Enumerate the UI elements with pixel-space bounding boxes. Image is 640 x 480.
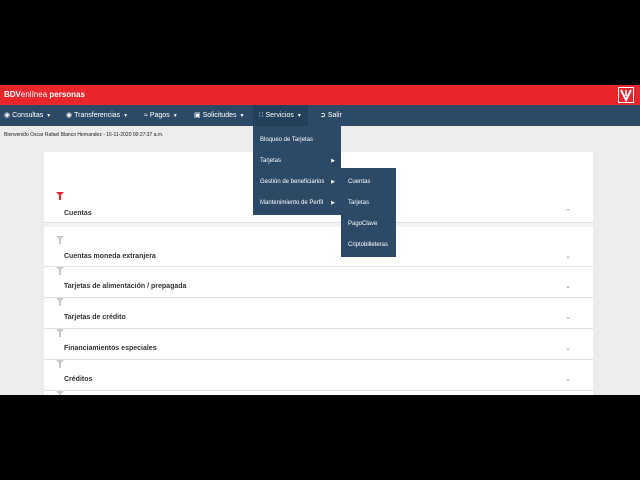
grid-icon: ∷ <box>259 112 264 119</box>
chevron-down-icon[interactable]: ⌄ <box>565 375 571 383</box>
flag-icon <box>56 360 64 368</box>
caret-right-icon: ▶ <box>331 200 335 206</box>
flag-icon <box>56 329 64 337</box>
caret-down-icon: ▼ <box>296 113 302 119</box>
accordion-label: Financiamientos especiales <box>64 345 157 352</box>
accordion-spacer <box>44 223 593 227</box>
nav-pagos[interactable]: ≈ Pagos ▼ <box>144 105 178 126</box>
brand-name: BDVenlínea personas <box>4 90 85 99</box>
accordion-label: Tarjetas de crédito <box>64 314 126 321</box>
flag-icon <box>56 192 64 200</box>
nav-transferencias[interactable]: ◉ Transferencias ▼ <box>66 105 128 126</box>
accordion-label: Cuentas <box>64 210 92 217</box>
accordion-financiamientos[interactable]: Financiamientos especiales ⌄ <box>44 329 593 360</box>
flag-icon <box>56 298 64 306</box>
chevron-up-icon[interactable]: ⌃ <box>565 208 571 216</box>
caret-right-icon: ▶ <box>331 179 335 185</box>
servicios-dropdown: Bloqueo de Tarjetas Tarjetas ▶ Gestión de… <box>253 126 341 215</box>
accordion-tarjetas-credito[interactable]: Tarjetas de crédito ⌄ <box>44 298 593 329</box>
caret-down-icon: ▼ <box>172 113 178 119</box>
nav-salir[interactable]: ➲ Salir <box>320 105 342 126</box>
accordion-label: Tarjetas de alimentación / prepagada <box>64 283 187 290</box>
accordion-creditos[interactable]: Créditos ⌄ <box>44 360 593 391</box>
globe-icon: ◉ <box>4 112 11 119</box>
accordion-tarjetas-alimentacion[interactable]: Tarjetas de alimentación / prepagada ⌄ <box>44 267 593 298</box>
caret-down-icon: ▼ <box>123 113 129 119</box>
bdv-logo-icon <box>618 87 634 103</box>
submenu-item-tarjetas[interactable]: Tarjetas <box>341 193 396 213</box>
menu-item-mantenimiento-perfil[interactable]: Mantenimiento de Perfil ▶ <box>253 193 341 213</box>
menu-item-gestion-beneficiarios[interactable]: Gestión de beneficiarios ▶ <box>253 172 341 192</box>
chevron-down-icon[interactable]: ⌄ <box>565 282 571 290</box>
flag-icon <box>56 236 64 244</box>
menu-item-tarjetas[interactable]: Tarjetas ▶ <box>253 151 341 171</box>
caret-down-icon: ▼ <box>46 113 52 119</box>
main-navbar: ◉ Consultas ▼ ◉ Transferencias ▼ ≈ Pagos ▼ ▣ So… <box>0 105 640 126</box>
chevron-down-icon[interactable]: ⌄ <box>565 313 571 321</box>
chevron-down-icon[interactable]: ⌄ <box>565 344 571 352</box>
logout-icon: ➲ <box>320 112 326 119</box>
accordion-label: Cuentas moneda extranjera <box>64 253 156 260</box>
document-icon: ▣ <box>194 112 201 119</box>
flag-icon <box>56 267 64 275</box>
globe-icon: ◉ <box>66 112 73 119</box>
nav-servicios[interactable]: ∷ Servicios ▼ <box>253 105 308 126</box>
submenu-item-cuentas[interactable]: Cuentas <box>341 172 396 192</box>
accordion-label: Créditos <box>64 376 93 383</box>
nav-solicitudes[interactable]: ▣ Solicitudes ▼ <box>194 105 244 126</box>
welcome-message: Bienvenido Oscar Rafael Blanco Hernandez… <box>4 132 164 138</box>
caret-right-icon: ▶ <box>331 158 335 164</box>
flag-icon <box>56 391 64 395</box>
top-header: BDVenlínea personas <box>0 85 640 105</box>
caret-down-icon: ▼ <box>239 113 245 119</box>
pay-icon: ≈ <box>144 112 148 119</box>
menu-item-bloqueo-tarjetas[interactable]: Bloqueo de Tarjetas <box>253 130 341 150</box>
submenu-item-criptobilleteras[interactable]: Criptobilleteras <box>341 235 396 255</box>
nav-consultas[interactable]: ◉ Consultas ▼ <box>4 105 51 126</box>
submenu-item-pagoclave[interactable]: PagoClave <box>341 214 396 234</box>
app-screen: BDVenlínea personas ◉ Consultas ▼ ◉ Transfe… <box>0 85 640 395</box>
chevron-down-icon[interactable]: ⌄ <box>565 252 571 260</box>
accordion-cuentas-moneda-extranjera[interactable]: Cuentas moneda extranjera ⌄ <box>44 236 593 267</box>
beneficiarios-submenu: Cuentas Tarjetas PagoClave Criptobillete… <box>341 168 396 257</box>
